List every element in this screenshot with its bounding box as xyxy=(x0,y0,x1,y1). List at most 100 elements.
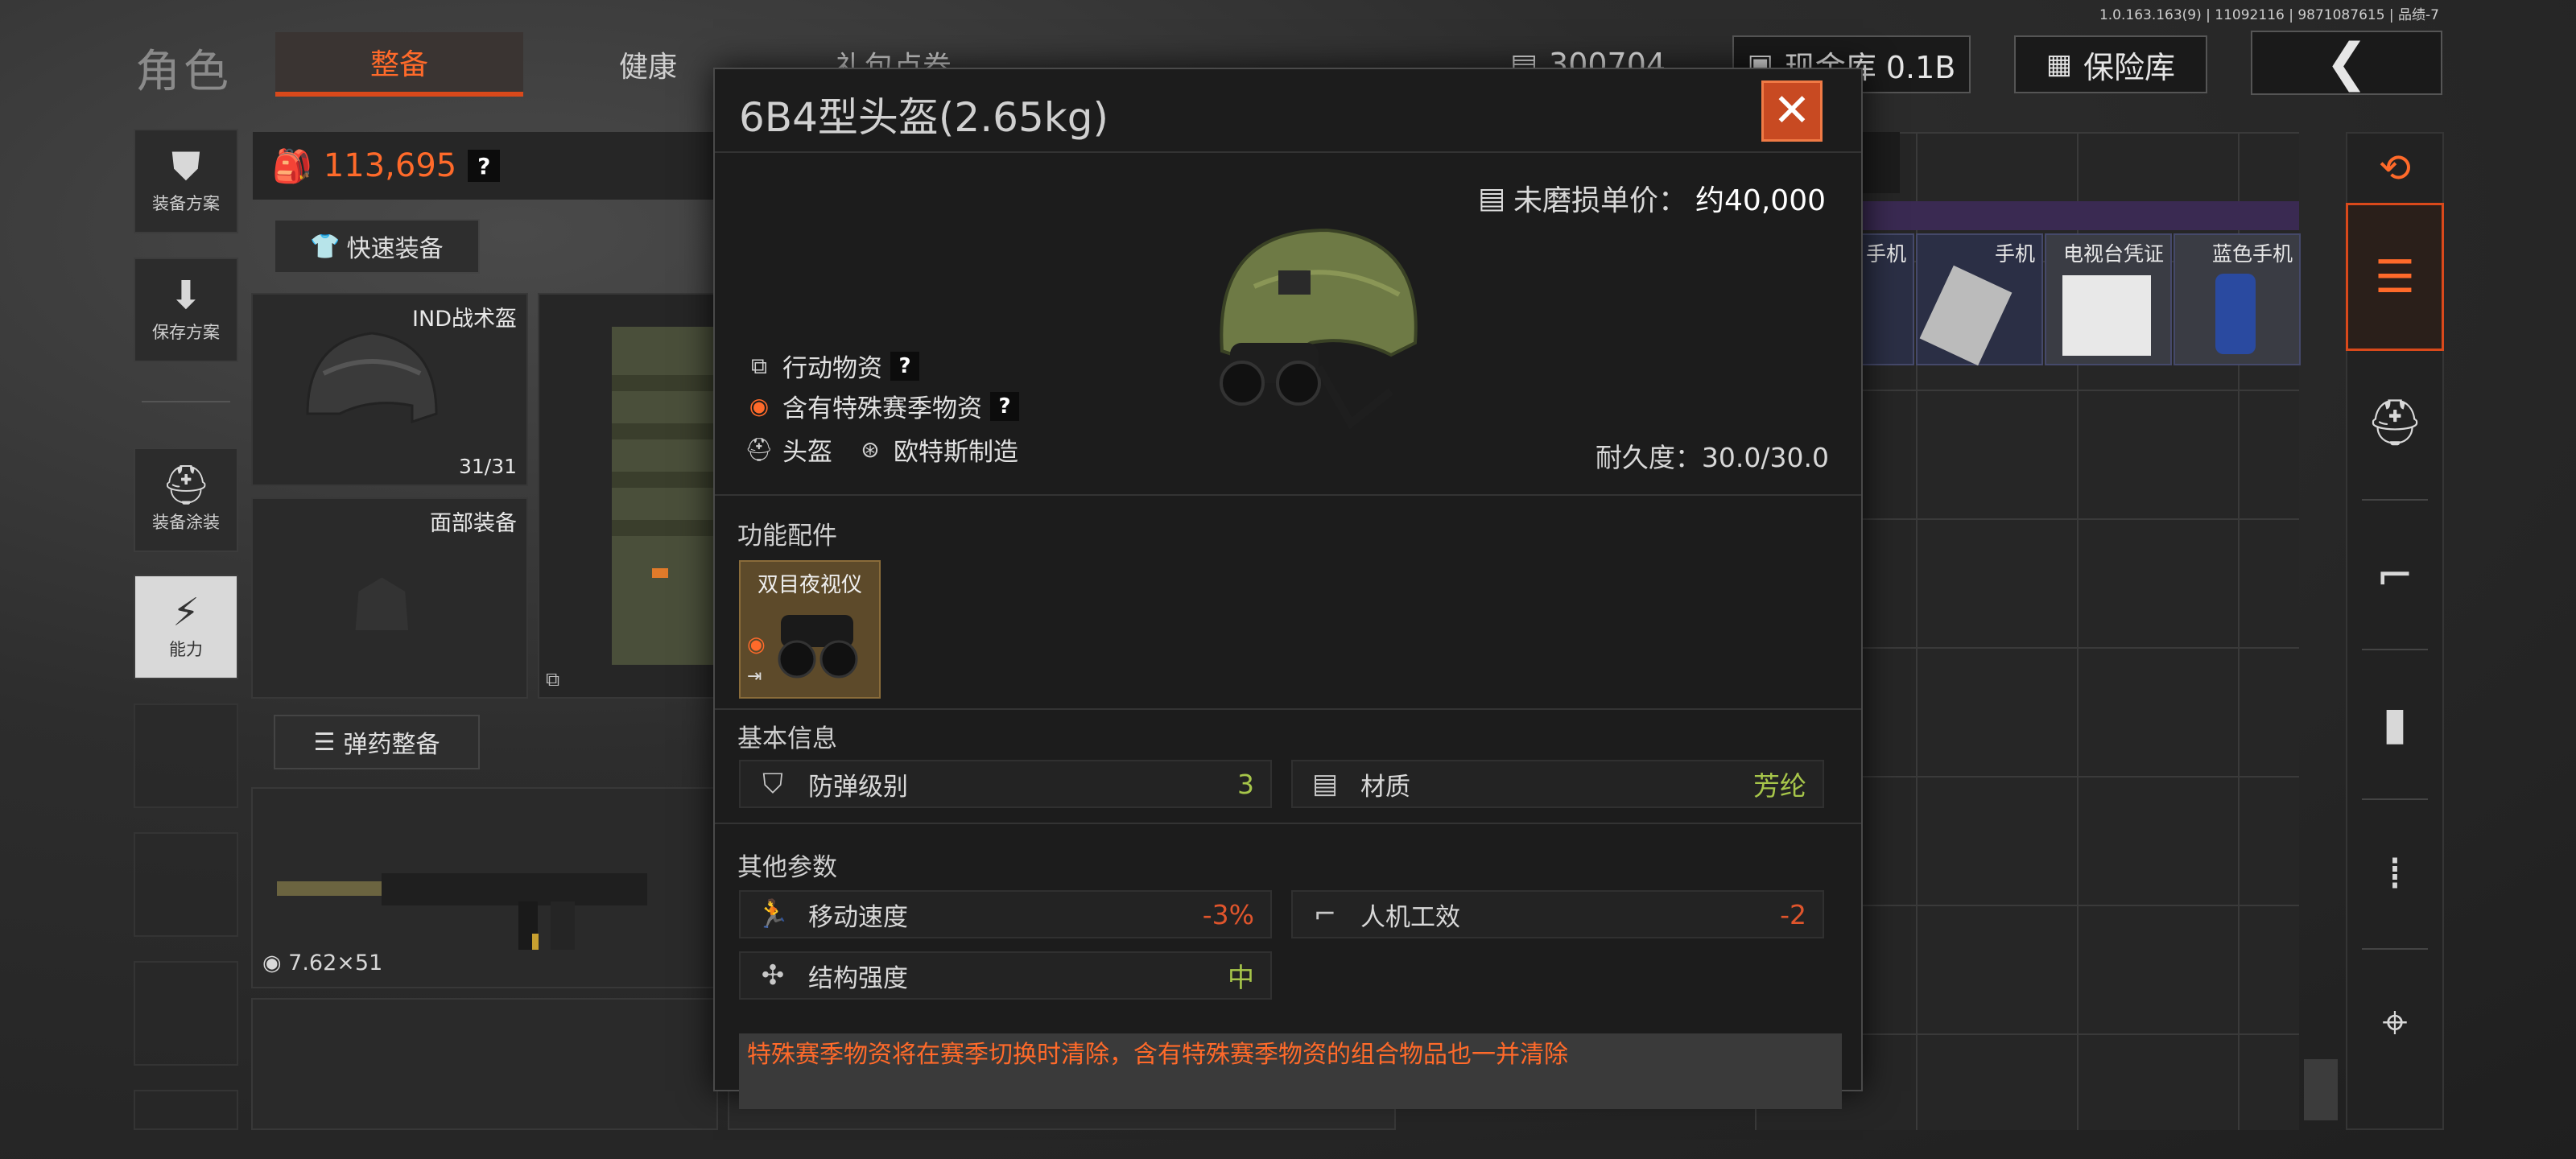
help-icon[interactable]: ? xyxy=(890,351,919,381)
sidebar-item-save-plan[interactable]: ⬇ 保存方案 xyxy=(134,258,238,362)
vest-icon: ⛊ xyxy=(171,144,200,189)
inventory-item-label: 蓝色手机 xyxy=(2211,242,2293,266)
inventory-item[interactable]: 电视台凭证 xyxy=(2045,233,2172,365)
phone-image xyxy=(1919,265,2013,366)
price-value: 约40,000 xyxy=(1695,184,1826,217)
helmet-durability: 31/31 xyxy=(458,455,517,478)
empty-slot xyxy=(134,1090,238,1130)
maker-label: 欧特斯制造 xyxy=(894,438,1018,467)
attr-name: 防弹级别 xyxy=(808,772,908,802)
attachment-label: 双目夜视仪 xyxy=(757,573,862,597)
version-text: 1.0.163.163(9) | 11092116 | 9871087615 |… xyxy=(2099,7,2439,23)
close-button[interactable]: ✕ xyxy=(1761,80,1823,142)
structure-icon: ✣ xyxy=(761,959,785,992)
rail-divider xyxy=(2362,948,2428,950)
tag-label: 含有特殊赛季物资 xyxy=(782,394,982,423)
vault-button[interactable]: ▦ 保险库 xyxy=(2014,35,2207,93)
inventory-item-label: 手机 xyxy=(1994,242,2035,266)
vault-icon: ▦ xyxy=(2046,48,2073,80)
face-slot[interactable]: ☗ 面部装备 xyxy=(251,497,528,699)
attr-value: -3% xyxy=(1202,898,1254,930)
inventory-item[interactable]: 手机 xyxy=(1916,233,2043,366)
armor-slot[interactable]: ⧉ xyxy=(538,293,716,699)
sidebar-item-label: 能力 xyxy=(169,640,203,659)
rifle-category-icon[interactable]: ⌐ xyxy=(2346,515,2444,636)
attr-name: 移动速度 xyxy=(808,902,908,932)
section-divider xyxy=(715,708,1861,710)
back-button[interactable]: ❮ xyxy=(2251,31,2442,95)
season-warning: 特殊赛季物资将在赛季切换时清除，含有特殊赛季物资的组合物品也一并清除 xyxy=(739,1033,1842,1109)
rifle-thumbnail xyxy=(277,829,704,950)
helmet-category-icon[interactable]: ⛑ xyxy=(2346,362,2444,483)
pistol-icon: ⌐ xyxy=(1313,898,1337,930)
tab-equip[interactable]: 整备 xyxy=(275,32,523,97)
shield-icon: ⛉ xyxy=(762,768,783,800)
helmet-slot-label: IND战术盔 xyxy=(412,307,517,332)
help-icon[interactable]: ? xyxy=(468,150,501,182)
download-icon: ⬇ xyxy=(169,273,203,318)
shirt-icon: 👕 xyxy=(310,232,341,261)
faction-icon: ⊛ xyxy=(861,436,880,463)
rail-divider xyxy=(2362,499,2428,501)
attr-value: 芳纶 xyxy=(1753,770,1806,802)
empty-slot xyxy=(134,832,238,937)
attr-protection-level: ⛉ 防弹级别 3 xyxy=(739,760,1272,808)
modal-header: 6B4型头盔(2.65kg) ✕ xyxy=(715,69,1861,153)
caliber-value: 7.62×51 xyxy=(288,951,383,975)
ammo-category-icon[interactable]: ⁞ xyxy=(2346,813,2444,934)
magazine-category-icon[interactable]: ▮ xyxy=(2346,663,2444,784)
chevron-left-icon: ❮ xyxy=(2325,33,2368,93)
loadout-total-value: 113,695 xyxy=(323,147,457,184)
category-all-icon[interactable]: ☰ xyxy=(2346,203,2444,351)
attr-value: 中 xyxy=(1228,962,1254,993)
caliber-label: ◉ 7.62×51 xyxy=(262,951,382,975)
helmet-icon: ⛑ xyxy=(745,436,774,463)
helmet-slot[interactable]: IND战术盔 31/31 xyxy=(251,293,528,486)
attr-move-speed: 🏃 移动速度 -3% xyxy=(739,890,1272,938)
secondary-weapon-slot[interactable] xyxy=(251,998,718,1130)
inventory-scrollbar[interactable] xyxy=(2304,1059,2338,1120)
quick-equip-button[interactable]: 👕 快速装备 xyxy=(274,219,480,274)
ammo-prep-button[interactable]: ☰ 弹药整备 xyxy=(274,715,480,769)
vault-label: 保险库 xyxy=(2083,49,2176,85)
box-icon: ⧉ xyxy=(751,352,767,379)
attr-structure-strength: ✣ 结构强度 中 xyxy=(739,951,1272,1000)
section-divider xyxy=(715,823,1861,824)
helmet-thumbnail xyxy=(306,332,438,424)
season-warning-text: 特殊赛季物资将在赛季切换时清除，含有特殊赛季物资的组合物品也一并清除 xyxy=(747,1041,1568,1069)
item-type-row: ⛑ 头盔 ⊛ 欧特斯制造 xyxy=(744,431,1018,468)
sidebar-item-loadout-plan[interactable]: ⛊ 装备方案 xyxy=(134,129,238,233)
attr-value: -2 xyxy=(1780,898,1806,930)
scope-category-icon[interactable]: ⌖ xyxy=(2346,963,2444,1083)
other-params-title: 其他参数 xyxy=(737,853,837,882)
help-icon[interactable]: ? xyxy=(990,391,1019,421)
rail-divider xyxy=(2362,649,2428,650)
mask-icon: ☗ xyxy=(349,563,415,648)
inventory-item-label: 电视台凭证 xyxy=(2062,242,2164,266)
attr-material: ▤ 材质 芳纶 xyxy=(1291,760,1824,808)
price-label: 未磨损单价： xyxy=(1513,184,1688,217)
tag-label: 行动物资 xyxy=(782,354,882,383)
inventory-item[interactable]: 蓝色手机 xyxy=(2174,233,2301,365)
attachment-slot-nvg[interactable]: 双目夜视仪 ◉ ⇥ xyxy=(739,560,881,699)
exit-icon: ⇥ xyxy=(747,666,762,687)
running-icon: 🏃 xyxy=(755,898,791,930)
season-icon: ◉ xyxy=(747,633,766,657)
inventory-top-row xyxy=(1852,201,2299,230)
price-row: ▤ 未磨损单价： 约40,000 xyxy=(1478,177,1826,219)
bullet-icon: ◉ xyxy=(262,951,282,975)
blue-phone-image xyxy=(2215,274,2256,354)
sidebar-item-ability[interactable]: ⚡ 能力 xyxy=(134,575,238,679)
attr-name: 人机工效 xyxy=(1360,902,1460,932)
tag-season-supply: ◉ 含有特殊赛季物资 ? xyxy=(744,388,1019,424)
primary-weapon-slot[interactable]: ◉ 7.62×51 xyxy=(251,787,718,988)
sidebar-item-label: 装备涂装 xyxy=(152,513,220,532)
armor-vest-thumbnail xyxy=(612,327,716,665)
inventory-item-label: 手机 xyxy=(1865,242,1906,266)
attachments-title: 功能配件 xyxy=(737,522,837,551)
tag-operation-supply: ⧉ 行动物资 ? xyxy=(744,348,919,384)
sidebar-item-skin[interactable]: ⛑ 装备涂装 xyxy=(134,448,238,552)
cash-stack-icon: ▤ xyxy=(1478,181,1506,215)
certificate-image xyxy=(2062,275,2151,356)
lightning-icon: ⚡ xyxy=(172,590,200,635)
